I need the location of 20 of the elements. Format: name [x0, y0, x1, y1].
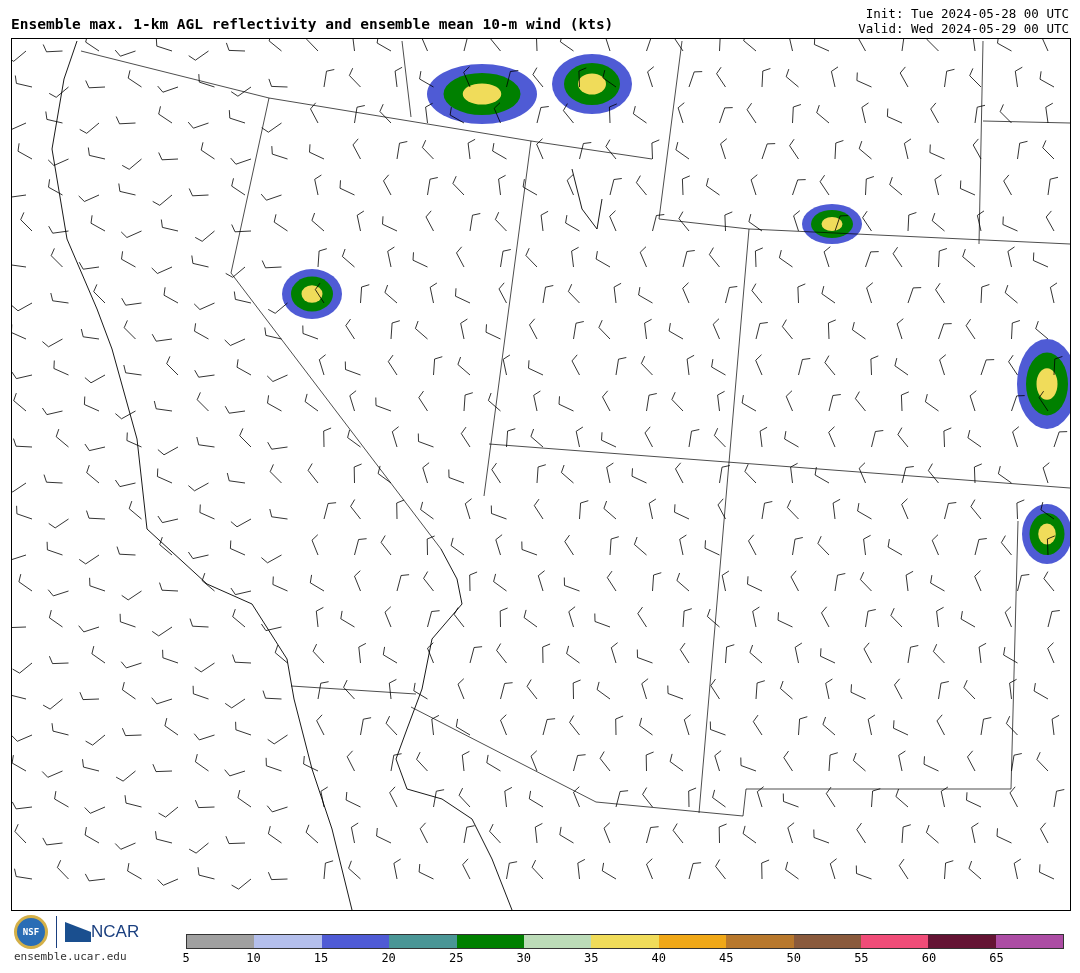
- colorbar-tick-label: 20: [381, 951, 396, 965]
- colorbar-tick-label: 25: [448, 951, 464, 965]
- chart-title: Ensemble max. 1-km AGL reflectivity and ensemble mean 10-m wind (kts): [11, 16, 614, 34]
- colorbar-tick-label: 65: [989, 951, 1004, 965]
- init-time: Init: Tue 2024-05-28 00 UTC: [865, 6, 1069, 21]
- colorbar-tick-label: 40: [651, 951, 666, 965]
- colorbar-tick-label: 35: [584, 951, 599, 965]
- swoosh-icon: [65, 922, 91, 942]
- valid-time: Valid: Wed 2024-05-29 00 UTC: [858, 21, 1069, 36]
- colorbar-tick-label: 50: [786, 951, 802, 965]
- colorbar-tick-label: 5: [182, 951, 190, 965]
- colorbar-tick-label: 60: [921, 951, 937, 965]
- colorbar-tick-label: 10: [246, 951, 261, 965]
- nsf-logo: NSF: [14, 915, 48, 949]
- colorbar-tick-label: 30: [516, 951, 531, 965]
- colorbar-tick-label: 45: [719, 951, 734, 965]
- colorbar-tick-label: 15: [313, 951, 329, 965]
- ncar-logo: NCAR: [91, 922, 140, 942]
- site-url: ensemble.ucar.edu: [14, 950, 128, 963]
- colorbar-tick-label: 55: [854, 951, 869, 965]
